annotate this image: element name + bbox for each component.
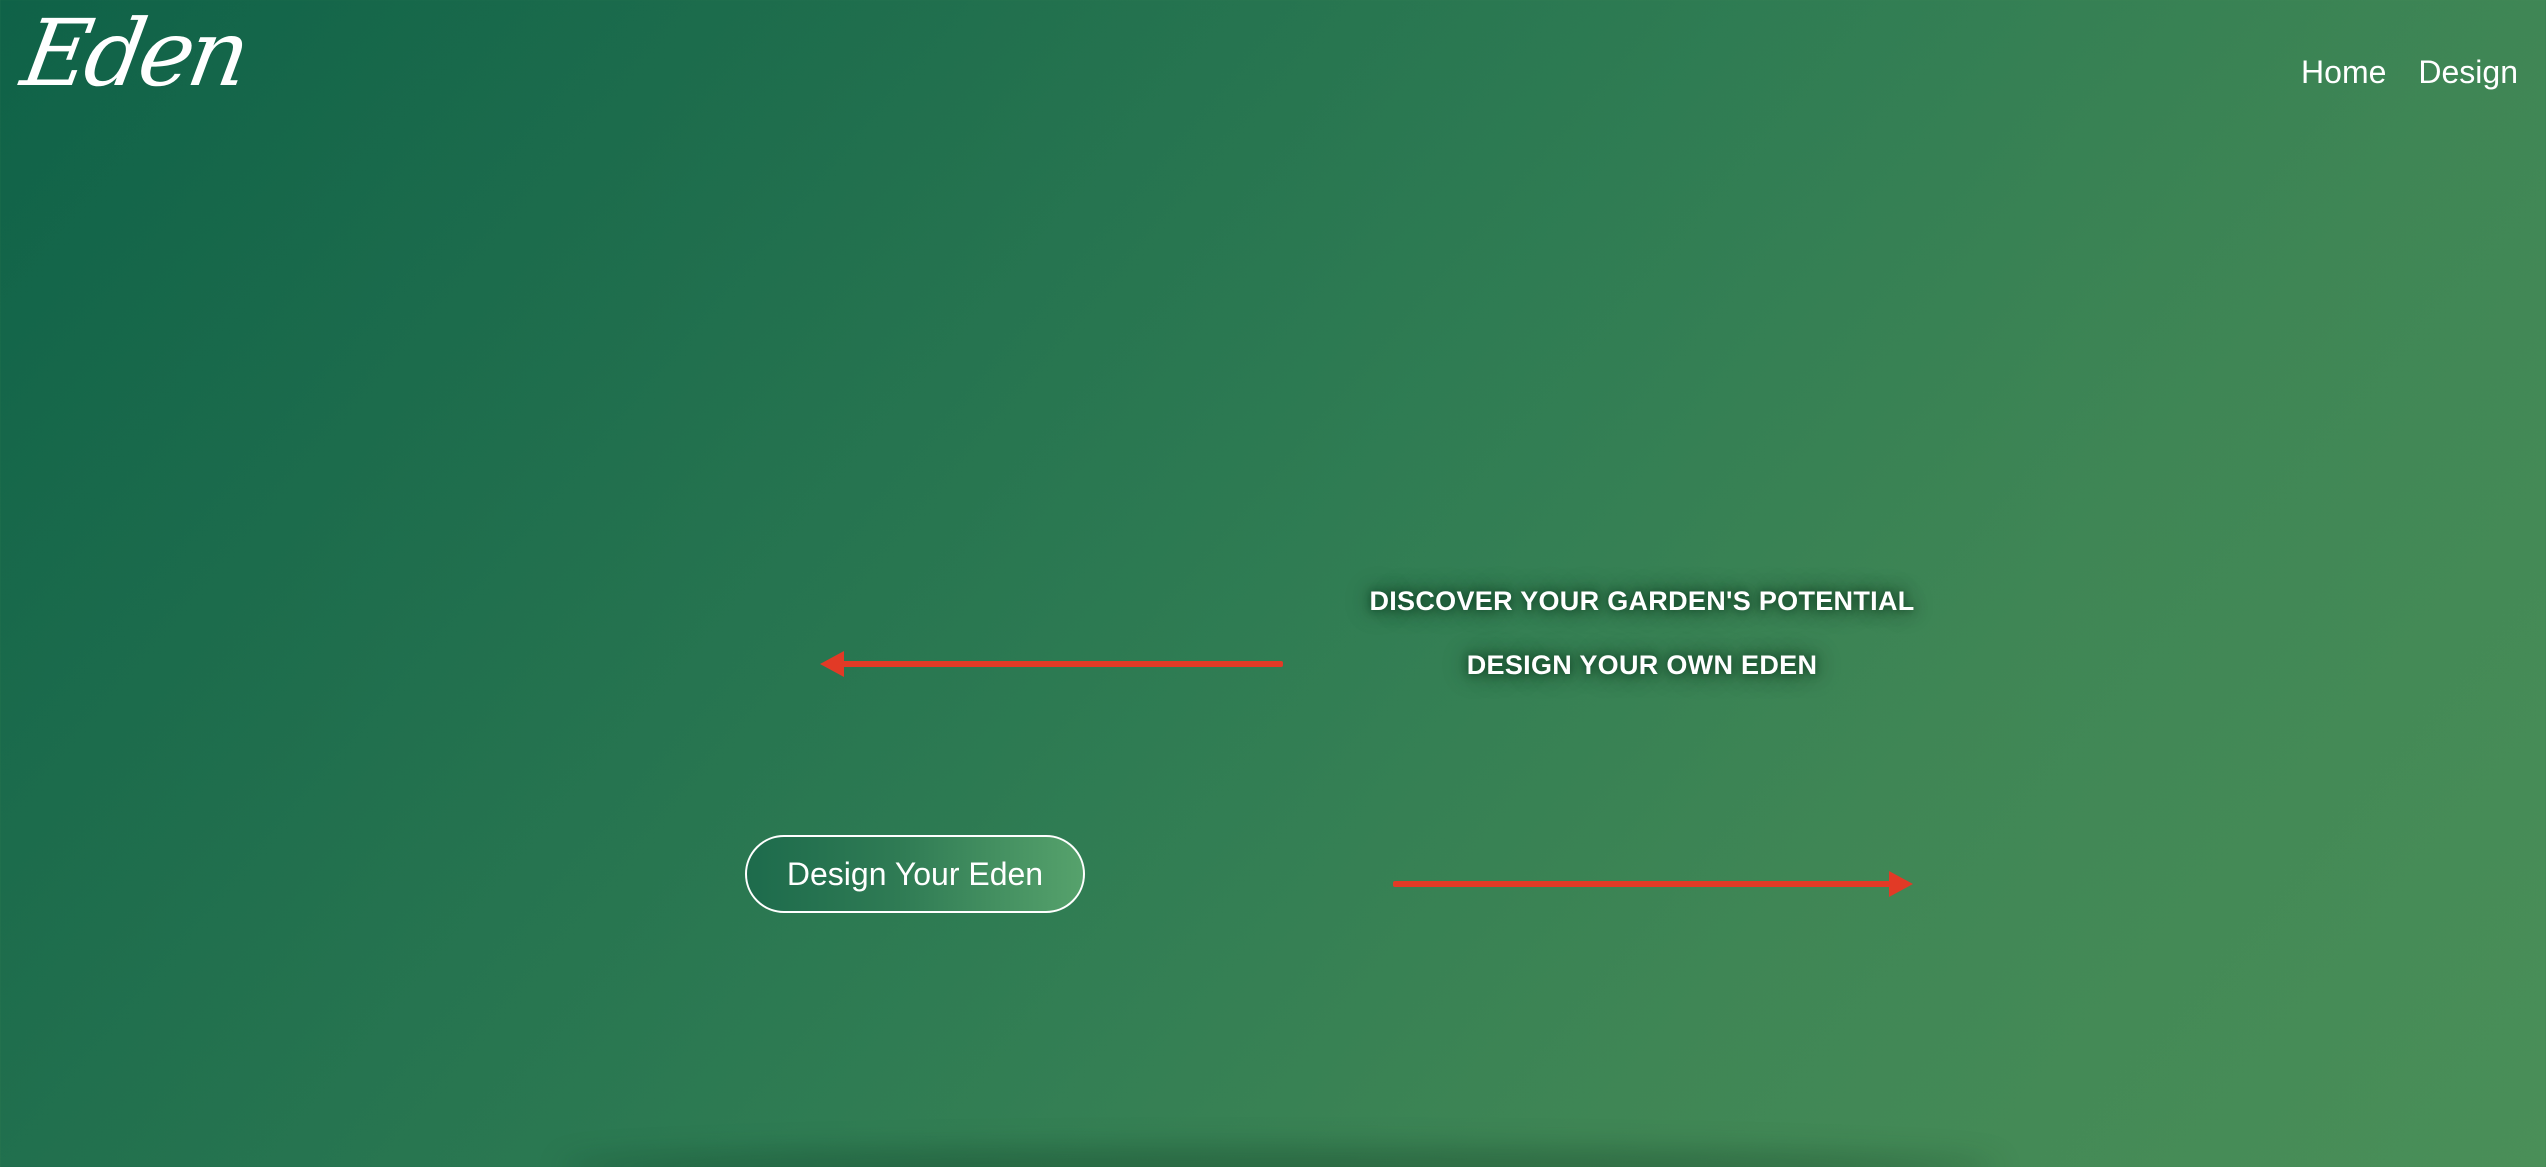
hero-subtitle: DESIGN YOUR OWN EDEN — [1466, 650, 1818, 680]
arrow-left-icon — [820, 651, 1283, 677]
arrow-left-shaft — [838, 661, 1283, 667]
hero-tagline: DISCOVER YOUR GARDEN'S POTENTIAL — [1369, 586, 1915, 616]
arrow-right-icon — [1393, 871, 1913, 897]
nav-link-design[interactable]: Design — [2418, 52, 2518, 92]
nav-link-home[interactable]: Home — [2301, 52, 2386, 92]
main-nav: Home Design — [2301, 52, 2518, 92]
arrow-right-shaft — [1393, 881, 1895, 887]
arrow-right-head — [1889, 871, 1913, 897]
page-bottom-shadow — [560, 1147, 2000, 1167]
design-your-eden-button[interactable]: Design Your Eden — [745, 835, 1085, 913]
site-logo[interactable]: Eden — [15, 0, 254, 107]
